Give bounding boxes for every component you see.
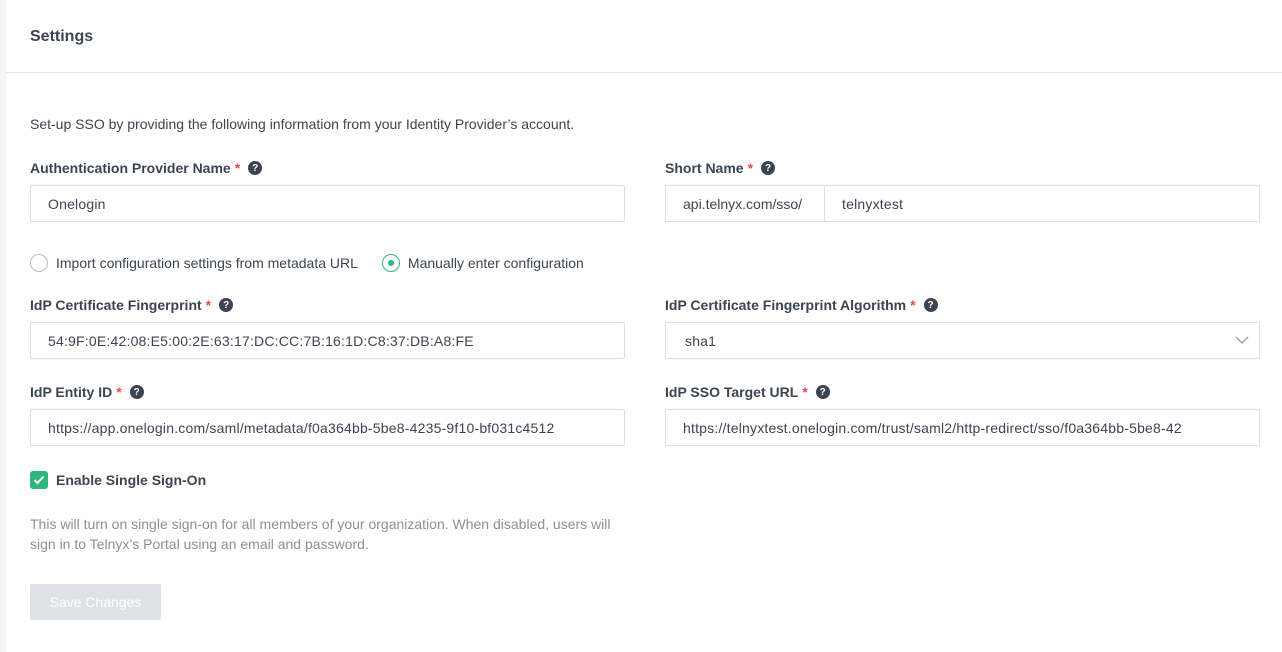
short-name-label: Short Name * ? (665, 160, 776, 176)
required-marker: * (747, 160, 754, 176)
question-circle-icon[interactable]: ? (923, 298, 938, 312)
check-icon (33, 475, 45, 485)
required-marker: * (910, 297, 916, 313)
fingerprint-algorithm-select[interactable]: sha1 (665, 322, 1260, 359)
entity-id-label: IdP Entity ID * ? (30, 384, 144, 400)
question-circle-icon[interactable]: ? (129, 385, 144, 399)
required-marker: * (205, 297, 212, 313)
short-name-input[interactable]: telnyxtest (824, 185, 1260, 222)
card-header: Settings (6, 0, 1282, 73)
required-marker: * (802, 384, 808, 400)
fingerprint-algorithm-value: sha1 (685, 332, 717, 349)
config-mode-radio-group: Import configuration settings from metad… (30, 254, 584, 272)
required-marker: * (116, 384, 122, 400)
short-name-label-text: Short Name (665, 160, 744, 176)
radio-import-metadata[interactable] (30, 254, 48, 272)
sso-target-url-input[interactable]: https://telnyxtest.onelogin.com/trust/sa… (665, 409, 1260, 446)
fingerprint-label: IdP Certificate Fingerprint * ? (30, 297, 234, 313)
fingerprint-algorithm-label-text: IdP Certificate Fingerprint Algorithm (665, 297, 907, 313)
sso-target-url-label: IdP SSO Target URL * ? (665, 384, 830, 400)
settings-card: Settings Set-up SSO by providing the fol… (5, 0, 1282, 652)
save-changes-button[interactable]: Save Changes (30, 584, 161, 620)
auth-provider-label-text: Authentication Provider Name (30, 160, 231, 176)
question-circle-icon[interactable]: ? (248, 161, 263, 175)
radio-selected-dot (387, 260, 394, 266)
auth-provider-input[interactable]: Onelogin (30, 185, 625, 222)
question-circle-icon[interactable]: ? (219, 298, 234, 312)
radio-manual-config[interactable] (381, 254, 400, 272)
enable-sso-checkbox[interactable] (30, 471, 48, 489)
fingerprint-input[interactable]: 54:9F:0E:42:08:E5:00:2E:63:17:DC:CC:7B:1… (30, 322, 625, 359)
short-name-prefix: api.telnyx.com/sso/ (665, 185, 825, 222)
entity-id-label-text: IdP Entity ID (30, 384, 113, 400)
radio-import-metadata-label[interactable]: Import configuration settings from metad… (56, 255, 358, 271)
fingerprint-label-text: IdP Certificate Fingerprint (30, 297, 202, 313)
enable-sso-description: This will turn on single sign-on for all… (30, 516, 611, 552)
radio-manual-config-label[interactable]: Manually enter configuration (408, 255, 584, 271)
enable-sso-row: Enable Single Sign-On (30, 471, 206, 489)
sso-target-url-label-text: IdP SSO Target URL (665, 384, 799, 400)
fingerprint-algorithm-label: IdP Certificate Fingerprint Algorithm * … (665, 297, 938, 313)
page-title: Settings (30, 28, 94, 45)
question-circle-icon[interactable]: ? (815, 385, 830, 399)
auth-provider-label: Authentication Provider Name * ? (30, 160, 263, 176)
entity-id-input[interactable]: https://app.onelogin.com/saml/metadata/f… (30, 409, 625, 446)
required-marker: * (234, 160, 241, 176)
enable-sso-label[interactable]: Enable Single Sign-On (56, 472, 206, 488)
intro-text: Set-up SSO by providing the following in… (30, 116, 575, 132)
question-circle-icon[interactable]: ? (761, 161, 776, 175)
chevron-down-icon (1235, 336, 1249, 345)
